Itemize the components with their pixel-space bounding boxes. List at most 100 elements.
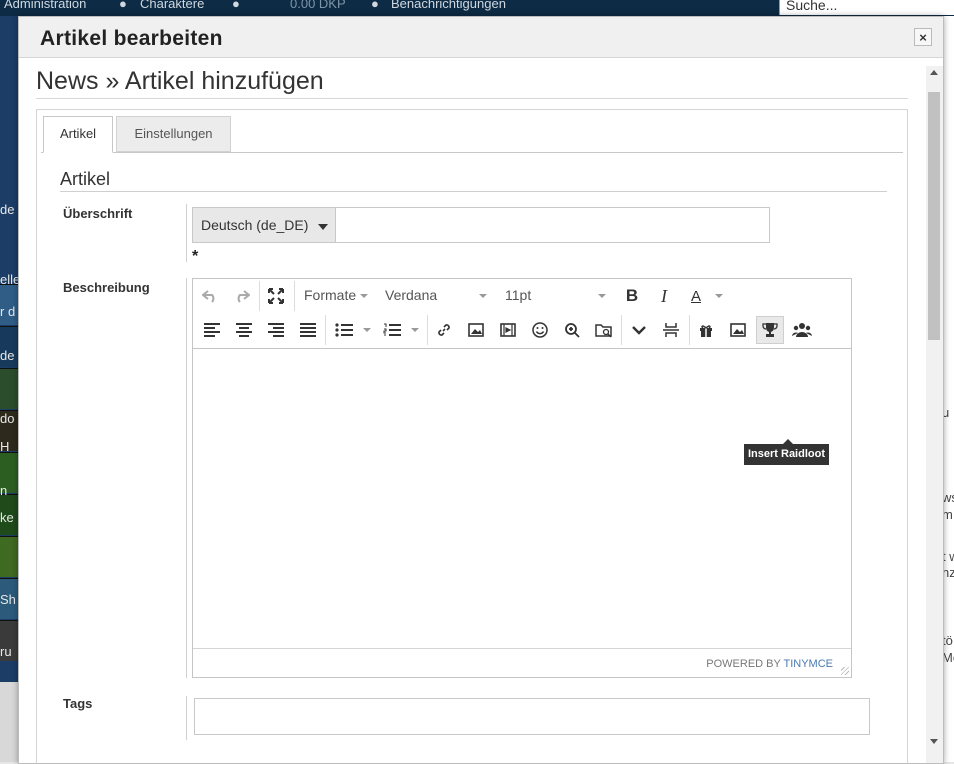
toolbar-separator — [294, 281, 295, 311]
align-left-icon[interactable] — [199, 317, 225, 343]
description-label: Beschreibung — [63, 280, 150, 295]
bullet-list-caret-icon — [363, 328, 371, 332]
rich-text-editor: Formate Verdana 11pt B I A POWERED BY TI… — [192, 278, 852, 678]
topbar-bell-icon[interactable]: ● — [371, 0, 379, 11]
background-search-placeholder: Suche... — [786, 0, 838, 13]
article-form-panel: Artikel Einstellungen Artikel Überschrif… — [36, 109, 908, 763]
heading-label: Überschrift — [63, 206, 133, 221]
link-icon[interactable] — [431, 317, 457, 343]
tab-artikel[interactable]: Artikel — [43, 116, 113, 153]
bg-fragment: r d — [0, 304, 16, 319]
dialog-header: Artikel bearbeiten × — [19, 17, 943, 58]
users-icon[interactable] — [789, 317, 815, 343]
editor-toolbar-row-2 — [193, 313, 851, 346]
language-value: Deutsch (de_DE) — [201, 217, 309, 233]
font-size-caret-icon — [598, 294, 606, 298]
redo-icon[interactable] — [229, 283, 255, 309]
chevron-down-icon[interactable] — [626, 317, 652, 343]
scrollbar-thumb[interactable] — [928, 92, 940, 340]
bg-fragment: n — [0, 483, 8, 498]
toolbar-separator — [621, 315, 622, 345]
topbar-characters[interactable]: Charaktere — [140, 0, 204, 11]
bg-fragment: ke — [0, 510, 14, 525]
topbar-administration[interactable]: Administration — [4, 0, 86, 11]
section-divider — [60, 191, 887, 192]
required-marker: * — [192, 248, 199, 265]
language-dropdown[interactable]: Deutsch (de_DE) — [193, 208, 336, 242]
background-bottom — [0, 682, 18, 762]
scroll-up-icon[interactable] — [930, 70, 938, 75]
trophy-icon[interactable] — [756, 316, 784, 344]
editor-content-area[interactable] — [193, 349, 851, 648]
page-break-icon[interactable] — [658, 317, 684, 343]
edit-article-dialog: Artikel bearbeiten × News » Artikel hinz… — [18, 16, 944, 764]
field-divider — [186, 278, 187, 678]
scroll-down-icon[interactable] — [930, 739, 938, 744]
undo-icon[interactable] — [197, 283, 223, 309]
editor-statusbar: POWERED BY TINYMCE — [193, 648, 851, 677]
topbar-characters-icon[interactable]: ● — [119, 0, 127, 11]
powered-by-text: POWERED BY TINYMCE — [706, 658, 833, 670]
powered-by-prefix: POWERED BY — [706, 658, 784, 670]
tinymce-link[interactable]: TINYMCE — [784, 658, 834, 670]
bg-fragment: de — [0, 348, 15, 363]
background-search[interactable]: Suche... — [779, 0, 954, 15]
field-divider — [186, 696, 187, 740]
font-family-dropdown[interactable]: Verdana — [385, 287, 437, 303]
toolbar-separator — [259, 281, 260, 311]
toolbar-separator — [427, 315, 428, 345]
page-title: News » Artikel hinzufügen — [36, 67, 324, 95]
bg-tile — [0, 536, 18, 577]
numbered-list-caret-icon — [411, 328, 419, 332]
format-caret-icon — [360, 294, 368, 298]
bg-fragment: H — [0, 439, 10, 454]
gift-icon[interactable] — [693, 317, 719, 343]
raidloot-tooltip: Insert Raidloot — [744, 444, 829, 465]
heading-input-group: Deutsch (de_DE) — [192, 207, 770, 243]
bg-fragment: elle — [0, 272, 18, 287]
tags-input[interactable] — [194, 698, 870, 735]
font-size-dropdown[interactable]: 11pt — [505, 287, 531, 303]
caret-down-icon — [318, 224, 328, 230]
bg-fragment: Sh — [0, 592, 16, 607]
picture-icon[interactable] — [725, 317, 751, 343]
text-color-icon[interactable]: A — [683, 283, 709, 309]
image-icon[interactable] — [463, 317, 489, 343]
fullscreen-icon[interactable] — [263, 283, 289, 309]
toolbar-separator — [689, 315, 690, 345]
bullet-list-icon[interactable] — [331, 317, 357, 343]
divider — [36, 98, 908, 99]
background-left-strip: de elle r d de do H n ke Sh ru — [0, 16, 18, 682]
resize-grip-icon[interactable] — [841, 667, 849, 675]
dialog-body: News » Artikel hinzufügen Artikel Einste… — [19, 58, 927, 763]
bg-fragment: do — [0, 411, 15, 426]
justify-icon[interactable] — [295, 317, 321, 343]
field-divider — [186, 204, 187, 262]
font-family-caret-icon — [479, 294, 487, 298]
align-right-icon[interactable] — [263, 317, 289, 343]
align-center-icon[interactable] — [231, 317, 257, 343]
bg-fragment: ru — [0, 644, 12, 659]
media-icon[interactable] — [495, 317, 521, 343]
emoticon-icon[interactable] — [527, 317, 553, 343]
tab-einstellungen[interactable]: Einstellungen — [116, 116, 231, 152]
format-dropdown[interactable]: Formate — [304, 287, 356, 303]
topbar-trophy-icon[interactable]: ● — [232, 0, 240, 11]
heading-input[interactable] — [336, 208, 768, 242]
bg-fragment: de — [0, 202, 15, 217]
topbar-notifications[interactable]: Benachrichtigungen — [391, 0, 506, 11]
zoom-icon[interactable] — [559, 317, 585, 343]
tags-label: Tags — [63, 696, 93, 711]
close-icon[interactable]: × — [914, 28, 932, 46]
topbar-dkp[interactable]: 0.00 DKP — [290, 0, 346, 11]
bold-icon[interactable]: B — [619, 283, 645, 309]
numbered-list-icon[interactable] — [379, 317, 405, 343]
section-title: Artikel — [60, 169, 111, 189]
dialog-scrollbar[interactable] — [926, 66, 943, 763]
toolbar-separator — [325, 315, 326, 345]
italic-icon[interactable]: I — [651, 283, 677, 309]
dialog-title: Artikel bearbeiten — [40, 27, 223, 50]
tabs-divider — [41, 152, 903, 153]
file-manager-icon[interactable] — [591, 317, 617, 343]
editor-toolbar-row-1: Formate Verdana 11pt B I A — [193, 279, 851, 312]
